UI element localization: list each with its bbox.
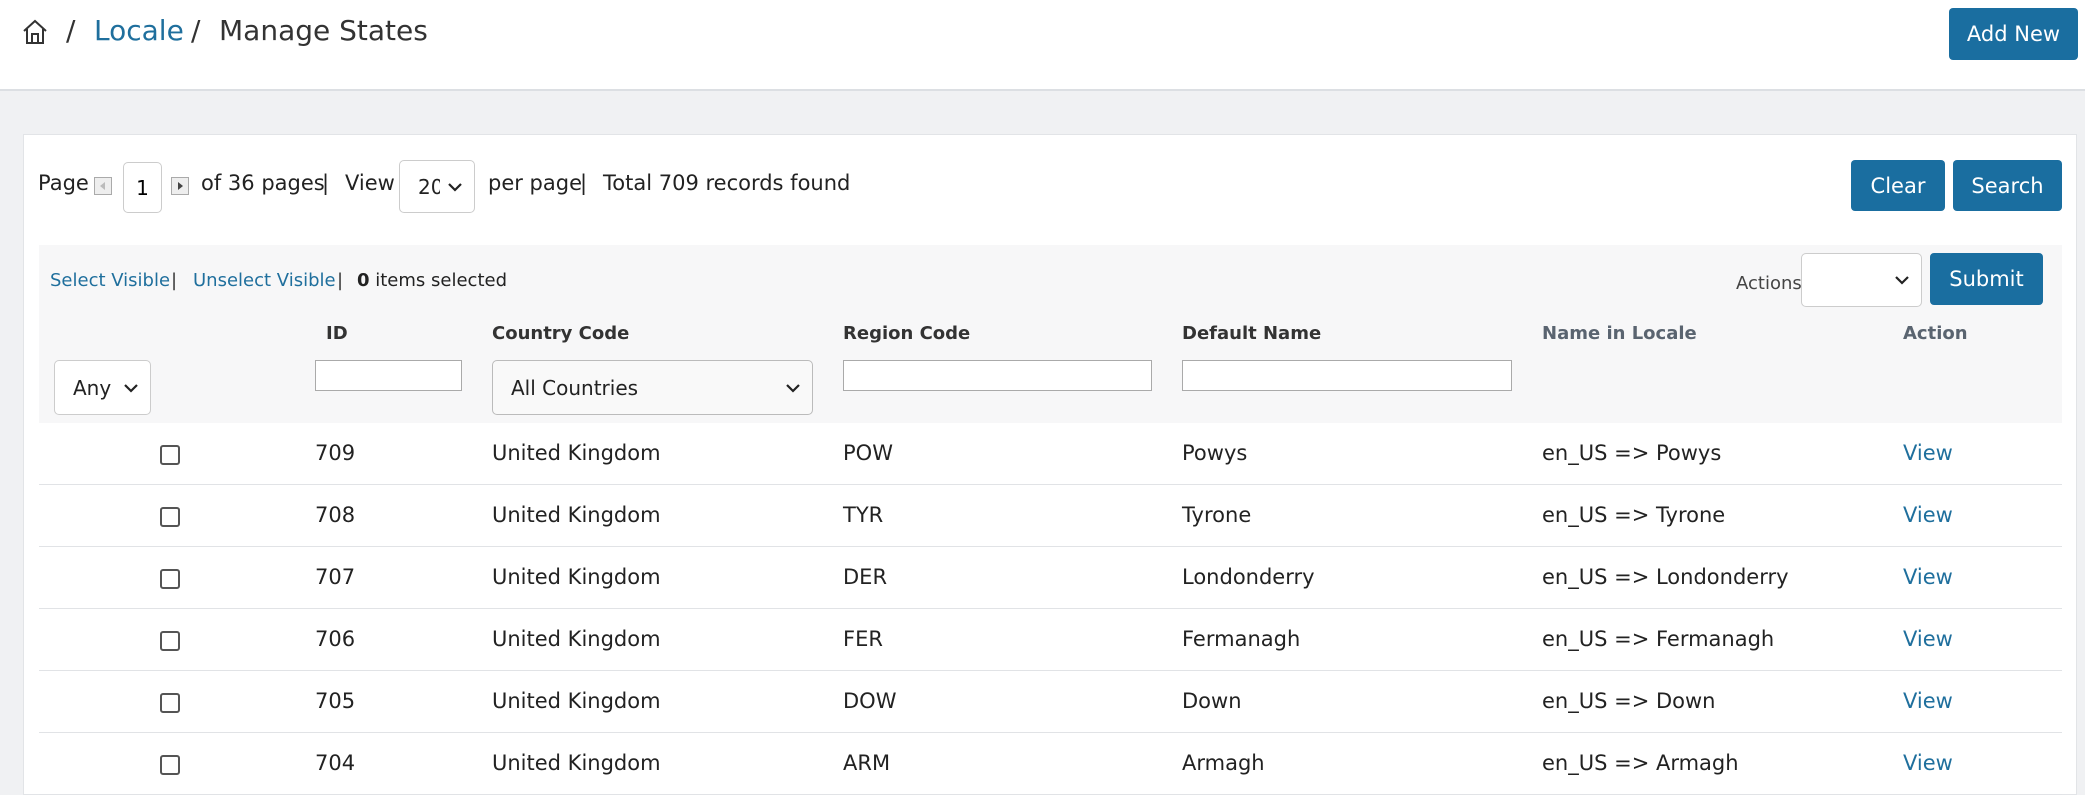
actions-select[interactable] (1801, 253, 1922, 307)
column-header-country-code[interactable]: Country Code (492, 323, 629, 344)
cell-name-in-locale: en_US => Armagh (1542, 751, 1739, 775)
cell-region: ARM (843, 751, 891, 775)
row-checkbox[interactable] (160, 693, 180, 713)
next-page-icon[interactable] (171, 177, 189, 195)
add-new-button[interactable]: Add New (1949, 8, 2078, 60)
view-link[interactable]: View (1903, 441, 1953, 465)
column-header-default-name[interactable]: Default Name (1182, 323, 1321, 344)
cell-id: 708 (315, 503, 356, 527)
cell-country: United Kingdom (492, 627, 661, 651)
per-page-select[interactable]: 20 (399, 160, 475, 213)
pager-separator: | (322, 171, 330, 195)
view-link[interactable]: View (1903, 627, 1953, 651)
cell-default-name: Fermanagh (1182, 627, 1301, 651)
selected-count-number: 0 (357, 270, 370, 291)
in-selection-filter-value: Any (73, 375, 112, 400)
cell-region: DOW (843, 689, 897, 713)
cell-default-name: Tyrone (1182, 503, 1252, 527)
cell-default-name: Armagh (1182, 751, 1265, 775)
page-header: / Locale / Manage States Add New (0, 0, 2085, 91)
cell-country: United Kingdom (492, 565, 661, 589)
cell-region: POW (843, 441, 893, 465)
page-label: Page (38, 171, 89, 195)
row-checkbox[interactable] (160, 445, 180, 465)
cell-country: United Kingdom (492, 441, 661, 465)
view-link[interactable]: View (1903, 689, 1953, 713)
cell-country: United Kingdom (492, 751, 661, 775)
submit-button[interactable]: Submit (1930, 253, 2043, 305)
selected-count-suffix: items selected (369, 270, 508, 291)
cell-id: 705 (315, 689, 356, 713)
view-link[interactable]: View (1903, 565, 1953, 589)
cell-region: TYR (843, 503, 884, 527)
row-checkbox[interactable] (160, 755, 180, 775)
page-title: Manage States (219, 14, 428, 47)
cell-name-in-locale: en_US => Londonderry (1542, 565, 1789, 589)
default-name-filter-input[interactable] (1182, 360, 1512, 391)
table-row: 707 United Kingdom DER Londonderry en_US… (39, 547, 2062, 609)
row-checkbox[interactable] (160, 569, 180, 589)
cell-id: 706 (315, 627, 356, 651)
cell-id: 709 (315, 441, 356, 465)
row-checkbox[interactable] (160, 507, 180, 527)
cell-default-name: Down (1182, 689, 1242, 713)
view-label: View (345, 171, 395, 195)
region-filter-input[interactable] (843, 360, 1152, 391)
chevron-down-icon (124, 383, 138, 393)
total-records-text: Total 709 records found (603, 171, 851, 195)
table-row: 706 United Kingdom FER Fermanagh en_US =… (39, 609, 2062, 671)
column-header-id[interactable]: ID (326, 323, 348, 344)
cell-region: DER (843, 565, 888, 589)
breadcrumb-separator: / (66, 14, 76, 47)
mass-action-separator: | (337, 270, 344, 291)
column-header-region-code[interactable]: Region Code (843, 323, 970, 344)
column-header-action: Action (1903, 323, 1968, 344)
table-row: 704 United Kingdom ARM Armagh en_US => A… (39, 733, 2062, 795)
mass-action-separator: | (171, 270, 178, 291)
cell-default-name: Powys (1182, 441, 1248, 465)
cell-id: 704 (315, 751, 356, 775)
country-filter-select[interactable]: All Countries (492, 360, 813, 415)
page-number-input[interactable] (123, 162, 162, 213)
view-link[interactable]: View (1903, 503, 1953, 527)
cell-name-in-locale: en_US => Powys (1542, 441, 1722, 465)
select-visible-link[interactable]: Select Visible (50, 270, 170, 291)
cell-region: FER (843, 627, 883, 651)
chevron-down-icon (786, 383, 800, 393)
prev-page-icon[interactable] (94, 177, 112, 195)
table-row: 709 United Kingdom POW Powys en_US => Po… (39, 423, 2062, 485)
cell-name-in-locale: en_US => Fermanagh (1542, 627, 1775, 651)
of-pages-text: of 36 pages (201, 171, 325, 195)
country-filter-value: All Countries (511, 375, 639, 400)
table-row: 705 United Kingdom DOW Down en_US => Dow… (39, 671, 2062, 733)
row-checkbox[interactable] (160, 631, 180, 651)
column-header-name-in-locale: Name in Locale (1542, 323, 1697, 344)
table-row: 708 United Kingdom TYR Tyrone en_US => T… (39, 485, 2062, 547)
cell-country: United Kingdom (492, 503, 661, 527)
view-link[interactable]: View (1903, 751, 1953, 775)
per-page-value: 20 (418, 174, 440, 199)
breadcrumb-separator: / (191, 14, 201, 47)
selected-count: 0 items selected (357, 270, 507, 291)
cell-country: United Kingdom (492, 689, 661, 713)
clear-button[interactable]: Clear (1851, 160, 1945, 211)
chevron-down-icon (1895, 276, 1909, 285)
in-selection-filter-select[interactable]: Any (54, 360, 151, 415)
cell-name-in-locale: en_US => Tyrone (1542, 503, 1726, 527)
cell-default-name: Londonderry (1182, 565, 1315, 589)
cell-name-in-locale: en_US => Down (1542, 689, 1716, 713)
id-filter-input[interactable] (315, 360, 462, 391)
unselect-visible-link[interactable]: Unselect Visible (193, 270, 336, 291)
cell-id: 707 (315, 565, 356, 589)
chevron-down-icon (448, 182, 462, 192)
home-icon[interactable] (21, 18, 49, 46)
actions-label: Actions (1736, 273, 1802, 294)
per-page-label: per page (488, 171, 583, 195)
search-button[interactable]: Search (1953, 160, 2062, 211)
breadcrumb-locale-link[interactable]: Locale (94, 14, 184, 47)
pager-separator: | (580, 171, 588, 195)
